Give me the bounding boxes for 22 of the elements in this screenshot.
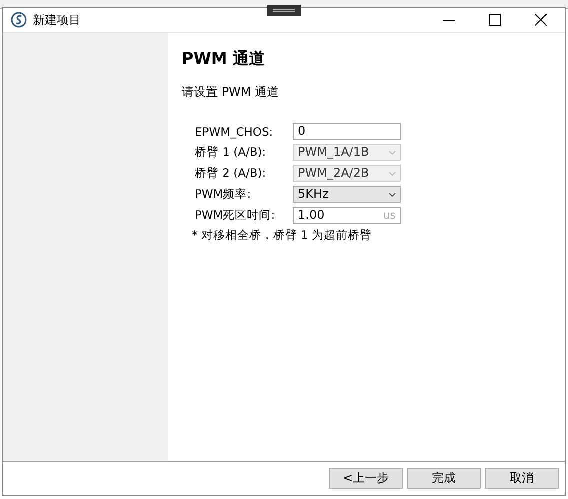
drag-handle-icon[interactable]	[267, 5, 301, 16]
dropdown-field[interactable]: 5KHz	[293, 186, 401, 203]
text-field[interactable]: 0	[293, 123, 401, 140]
field-label: PWM死区时间:	[195, 208, 276, 223]
cancel-button[interactable]: 取消	[485, 468, 559, 489]
note-text: * 对移相全桥，桥臂 1 为超前桥臂	[192, 228, 374, 243]
window-title: 新建项目	[33, 12, 81, 28]
maximize-icon[interactable]	[489, 14, 501, 26]
close-icon[interactable]	[535, 14, 547, 26]
field-label: 桥臂 1 (A/B):	[195, 145, 268, 160]
field-label: EPWM_CHOS:	[195, 124, 274, 138]
number-field[interactable]: 1.00 us	[293, 207, 401, 224]
caret-icon	[389, 172, 396, 176]
page-subtitle: 请设置 PWM 通道	[182, 84, 280, 101]
back-button[interactable]: <上一步	[329, 468, 403, 489]
field-label: PWM频率:	[195, 187, 252, 202]
field-label: 桥臂 2 (A/B):	[195, 166, 268, 181]
caret-icon	[389, 150, 396, 154]
app-logo-icon	[11, 12, 27, 28]
caret-icon	[389, 192, 396, 196]
finish-button[interactable]: 完成	[407, 468, 481, 489]
page-heading: PWM 通道	[182, 49, 266, 70]
